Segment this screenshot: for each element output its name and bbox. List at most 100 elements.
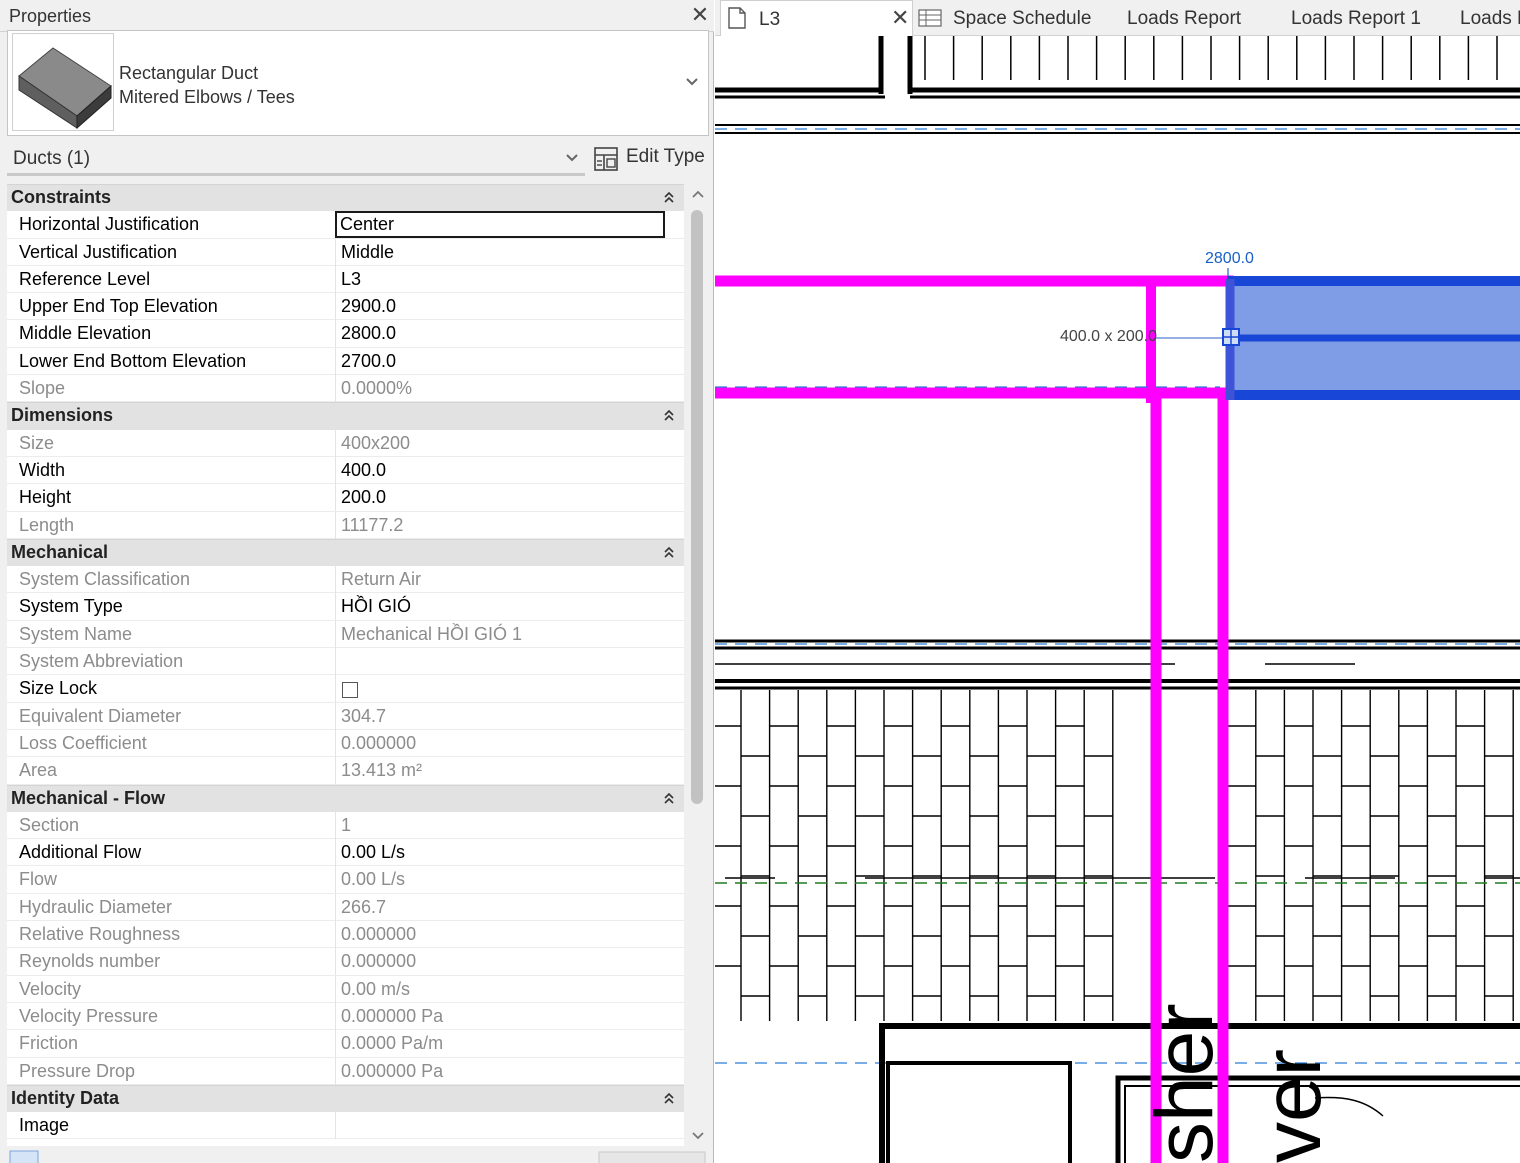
property-row[interactable]: Upper End Top Elevation 2900.0 <box>7 293 684 321</box>
group-header[interactable]: Dimensions <box>7 402 684 430</box>
scroll-down-icon[interactable] <box>691 1130 705 1142</box>
group-header[interactable]: Mechanical <box>7 538 684 567</box>
tab-space-schedule[interactable]: Space Schedule <box>918 0 1116 36</box>
group-header[interactable]: Constraints <box>7 184 684 212</box>
chevron-down-icon[interactable] <box>684 75 700 89</box>
property-name: Additional Flow <box>19 842 142 863</box>
duct-type-thumbnail <box>12 33 114 131</box>
property-row: Size 400x200 <box>7 429 684 457</box>
property-value: 0.0000 Pa/m <box>335 1030 665 1058</box>
property-value: 0.0000% <box>335 375 665 403</box>
property-value[interactable]: 400.0 <box>335 456 665 484</box>
tab-loads-report-1[interactable]: Loads Report 1 <box>1291 0 1441 36</box>
property-value[interactable]: 200.0 <box>335 484 665 512</box>
property-value: 304.7 <box>335 702 665 730</box>
property-row[interactable]: Additional Flow 0.00 L/s <box>7 839 684 867</box>
property-name: Hydraulic Diameter <box>19 896 173 917</box>
property-row[interactable]: Reference Level L3 <box>7 265 684 294</box>
edit-type-icon <box>594 147 618 171</box>
property-value: Return Air <box>335 566 665 594</box>
property-row[interactable]: Image <box>7 1112 684 1140</box>
scrollbar-thumb[interactable] <box>691 210 703 804</box>
group-label: Constraints <box>11 187 112 207</box>
property-row[interactable]: Middle Elevation 2800.0 <box>7 320 684 348</box>
property-value: 0.000000 <box>335 921 665 949</box>
tab-loads-report-2[interactable]: Loads R <box>1460 0 1520 36</box>
collapse-chevron-icon[interactable] <box>663 545 675 561</box>
property-row[interactable]: Width 400.0 <box>7 456 684 485</box>
collapse-chevron-icon[interactable] <box>663 791 675 807</box>
property-value[interactable]: HỒI GIÓ <box>335 593 665 621</box>
chevron-down-icon <box>566 154 578 162</box>
property-row[interactable]: System Type HỒI GIÓ <box>7 593 684 621</box>
tab-l3[interactable]: L3 ✕ <box>720 0 913 36</box>
property-row: Relative Roughness 0.000000 <box>7 921 684 949</box>
property-value[interactable]: 2800.0 <box>335 320 665 348</box>
property-value: Mechanical HỒI GIÓ 1 <box>335 620 665 648</box>
move-grip-icon[interactable] <box>1222 328 1240 346</box>
group-label: Identity Data <box>11 1087 120 1108</box>
collapse-chevron-icon[interactable] <box>663 408 675 424</box>
floor-plan-drawing: sher ver <box>715 36 1520 1163</box>
property-row[interactable]: Height 200.0 <box>7 484 684 512</box>
view-tab-bar: L3 ✕ Space Schedule Loads Report Loads R… <box>715 0 1520 36</box>
floor-plan-icon <box>728 7 746 29</box>
group-header[interactable]: Mechanical - Flow <box>7 784 684 812</box>
collapse-chevron-icon[interactable] <box>663 1091 675 1107</box>
elevation-dimension-label[interactable]: 2800.0 <box>1205 250 1254 268</box>
instance-filter-dropdown[interactable]: Ducts (1) <box>7 142 585 176</box>
properties-titlebar[interactable]: Properties ✕ <box>0 0 714 32</box>
property-row[interactable]: Lower End Bottom Elevation 2700.0 <box>7 347 684 376</box>
property-row[interactable]: Vertical Justification Middle <box>7 238 684 266</box>
property-row: Friction 0.0000 Pa/m <box>7 1030 684 1058</box>
type-selector[interactable]: Rectangular Duct Mitered Elbows / Tees <box>7 30 709 136</box>
property-row: Reynolds number 0.000000 <box>7 948 684 976</box>
property-value: 0.000000 Pa <box>335 1002 665 1030</box>
property-name: Width <box>19 459 66 480</box>
property-name: Reynolds number <box>19 951 161 972</box>
property-value-editor[interactable]: Center <box>335 211 665 239</box>
drawing-view-l3[interactable]: sher ver 2800.0 400.0 x 200.0 <box>715 36 1520 1163</box>
close-tab-button[interactable]: ✕ <box>891 6 909 30</box>
property-value[interactable] <box>335 675 665 703</box>
property-name: Equivalent Diameter <box>19 705 182 726</box>
property-value[interactable]: L3 <box>335 265 665 293</box>
properties-bottom-bar <box>9 1150 706 1163</box>
property-row[interactable]: Horizontal Justification Center <box>7 211 684 239</box>
property-name: Upper End Top Elevation <box>19 296 218 317</box>
scroll-up-icon[interactable] <box>691 188 705 200</box>
property-value[interactable]: 0.00 L/s <box>335 839 665 867</box>
property-row: Hydraulic Diameter 266.7 <box>7 893 684 922</box>
collapse-chevron-icon[interactable] <box>663 190 675 206</box>
property-name: Reference Level <box>19 268 151 289</box>
selected-duct[interactable] <box>1225 276 1520 400</box>
duct-size-tag[interactable]: 400.0 x 200.0 <box>1060 328 1157 346</box>
top-wall <box>715 36 1520 134</box>
edit-type-button[interactable]: Edit Type <box>593 142 707 174</box>
property-name: Length <box>19 514 75 535</box>
property-value: 266.7 <box>335 893 665 921</box>
property-row: System Classification Return Air <box>7 566 684 594</box>
property-name: System Type <box>19 596 123 617</box>
tab-label: Loads R <box>1460 8 1520 29</box>
property-name: Lower End Bottom Elevation <box>19 350 247 371</box>
property-value[interactable] <box>335 1112 665 1140</box>
property-name: Horizontal Justification <box>19 214 200 235</box>
property-name: Slope <box>19 378 66 399</box>
middle-wall <box>715 639 1520 690</box>
properties-scrollbar[interactable] <box>688 184 708 1146</box>
property-row[interactable]: Size Lock <box>7 675 684 703</box>
tab-loads-report[interactable]: Loads Report <box>1127 0 1267 36</box>
property-row: Flow 0.00 L/s <box>7 866 684 894</box>
property-row: Slope 0.0000% <box>7 375 684 403</box>
edit-type-label: Edit Type <box>626 146 705 167</box>
close-properties-button[interactable]: ✕ <box>690 4 710 26</box>
property-row: System Name Mechanical HỒI GIÓ 1 <box>7 620 684 649</box>
property-value[interactable]: 2900.0 <box>335 293 665 321</box>
property-value[interactable]: 2700.0 <box>335 347 665 375</box>
type-name: Rectangular Duct Mitered Elbows / Tees <box>119 61 295 109</box>
property-value[interactable]: Middle <box>335 238 665 266</box>
size-lock-checkbox[interactable] <box>342 682 358 699</box>
group-header[interactable]: Identity Data <box>7 1084 684 1113</box>
property-row: Length 11177.2 <box>7 511 684 539</box>
